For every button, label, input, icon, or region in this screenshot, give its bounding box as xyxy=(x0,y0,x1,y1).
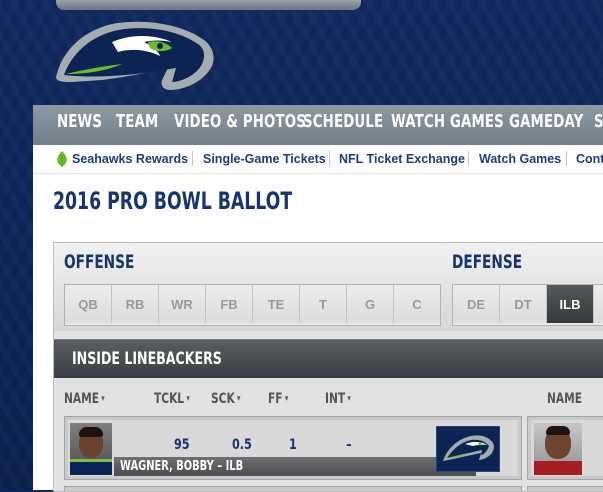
tab-wr[interactable]: WR xyxy=(159,285,206,323)
tab-ilb[interactable]: ILB xyxy=(547,285,594,323)
section-header: INSIDE LINEBACKERS xyxy=(54,339,603,378)
tab-overflow[interactable] xyxy=(594,285,603,323)
sort-caret-icon: ▾ xyxy=(101,394,105,404)
player-name: WAGNER, BOBBY – ILB xyxy=(120,459,244,474)
subnav-seahawks-rewards[interactable]: Seahawks Rewards xyxy=(72,152,188,166)
leaf-icon xyxy=(57,151,67,167)
player-card-body: 95 0.5 1 – WAGNER, BOBBY – ILB xyxy=(68,420,518,476)
player-card-row-next[interactable] xyxy=(64,486,522,491)
headshot-jersey xyxy=(534,461,582,475)
tab-de[interactable]: DE xyxy=(453,285,500,323)
column-tckl[interactable]: TCKL ▾ xyxy=(154,391,190,407)
stat-tckl: 95 xyxy=(174,437,190,453)
player-card-next[interactable] xyxy=(527,416,603,480)
sort-caret-icon: ▾ xyxy=(237,394,241,404)
player-name-bar: WAGNER, BOBBY – ILB xyxy=(114,457,476,476)
defense-label: DEFENSE xyxy=(452,251,523,273)
player-headshot-next xyxy=(534,423,582,475)
headshot-jersey xyxy=(70,459,112,475)
column-sck-label: SCK xyxy=(211,391,235,407)
nav-schedule[interactable]: SCHEDULE xyxy=(303,111,383,132)
headshot-hair xyxy=(79,427,103,437)
subnav-nfl-ticket-exchange[interactable]: NFL Ticket Exchange xyxy=(339,152,465,166)
secondary-navigation: Seahawks Rewards Single-Game Tickets NFL… xyxy=(33,145,603,174)
subnav-divider xyxy=(566,151,567,166)
tab-te[interactable]: TE xyxy=(253,285,300,323)
stat-int: – xyxy=(346,437,352,453)
subnav-contact[interactable]: Cont xyxy=(576,152,603,166)
subnav-single-game-tickets[interactable]: Single-Game Tickets xyxy=(203,152,326,166)
tab-fb[interactable]: FB xyxy=(206,285,253,323)
column-ff[interactable]: FF ▾ xyxy=(268,391,288,407)
column-int[interactable]: INT ▾ xyxy=(325,391,351,407)
top-banner-image[interactable] xyxy=(56,0,361,10)
sort-caret-icon: ▾ xyxy=(186,394,190,404)
tab-rb[interactable]: RB xyxy=(112,285,159,323)
subnav-watch-games[interactable]: Watch Games xyxy=(479,152,561,166)
seahawks-logo[interactable] xyxy=(52,20,216,92)
tab-c[interactable]: C xyxy=(394,285,440,323)
nav-team[interactable]: TEAM xyxy=(116,111,158,132)
position-selector: OFFENSE DEFENSE QB RB WR FB TE T G C DE … xyxy=(54,243,603,331)
player-headshot xyxy=(70,423,112,475)
nav-overflow-item[interactable]: S xyxy=(594,111,603,132)
tab-qb[interactable]: QB xyxy=(65,285,112,323)
subnav-divider xyxy=(468,151,469,166)
page-title: 2016 PRO BOWL BALLOT xyxy=(53,187,293,215)
main-content-panel: NEWS TEAM VIDEO & PHOTOS SCHEDULE WATCH … xyxy=(33,105,603,492)
player-card[interactable]: 95 0.5 1 – WAGNER, BOBBY – ILB xyxy=(64,416,522,480)
sort-caret-icon: ▾ xyxy=(347,394,351,404)
offense-position-tabs: QB RB WR FB TE T G C xyxy=(64,284,441,326)
player-card-next-body xyxy=(531,420,603,476)
column-name-right-label: NAME xyxy=(547,391,582,407)
column-name-label: NAME xyxy=(64,391,99,407)
column-ff-label: FF xyxy=(268,391,283,407)
column-tckl-label: TCKL xyxy=(154,391,185,407)
tab-g[interactable]: G xyxy=(347,285,394,323)
nav-gameday[interactable]: GAMEDAY xyxy=(509,111,583,132)
subnav-divider xyxy=(329,151,330,166)
column-int-label: INT xyxy=(325,391,346,407)
nav-watch-games[interactable]: WATCH GAMES xyxy=(391,111,504,132)
offense-label: OFFENSE xyxy=(64,251,135,273)
stat-sck: 0.5 xyxy=(232,437,252,453)
main-navigation: NEWS TEAM VIDEO & PHOTOS SCHEDULE WATCH … xyxy=(33,105,603,145)
defense-position-tabs: DE DT ILB xyxy=(452,284,603,326)
stat-ff: 1 xyxy=(289,437,297,453)
pro-bowl-ballot: OFFENSE DEFENSE QB RB WR FB TE T G C DE … xyxy=(53,242,603,492)
player-card-row-next-right[interactable] xyxy=(527,486,603,491)
column-name[interactable]: NAME ▾ xyxy=(64,391,105,407)
tab-dt[interactable]: DT xyxy=(500,285,547,323)
subnav-divider xyxy=(192,151,193,166)
column-sck[interactable]: SCK ▾ xyxy=(211,391,240,407)
tab-t[interactable]: T xyxy=(300,285,347,323)
sort-caret-icon: ▾ xyxy=(284,394,289,404)
nav-video-photos[interactable]: VIDEO & PHOTOS xyxy=(174,111,306,132)
section-title: INSIDE LINEBACKERS xyxy=(72,349,222,369)
seahawks-logo xyxy=(436,426,500,472)
nav-news[interactable]: NEWS xyxy=(57,111,102,132)
column-name-right[interactable]: NAME xyxy=(547,391,582,407)
headshot-hair xyxy=(546,426,570,435)
